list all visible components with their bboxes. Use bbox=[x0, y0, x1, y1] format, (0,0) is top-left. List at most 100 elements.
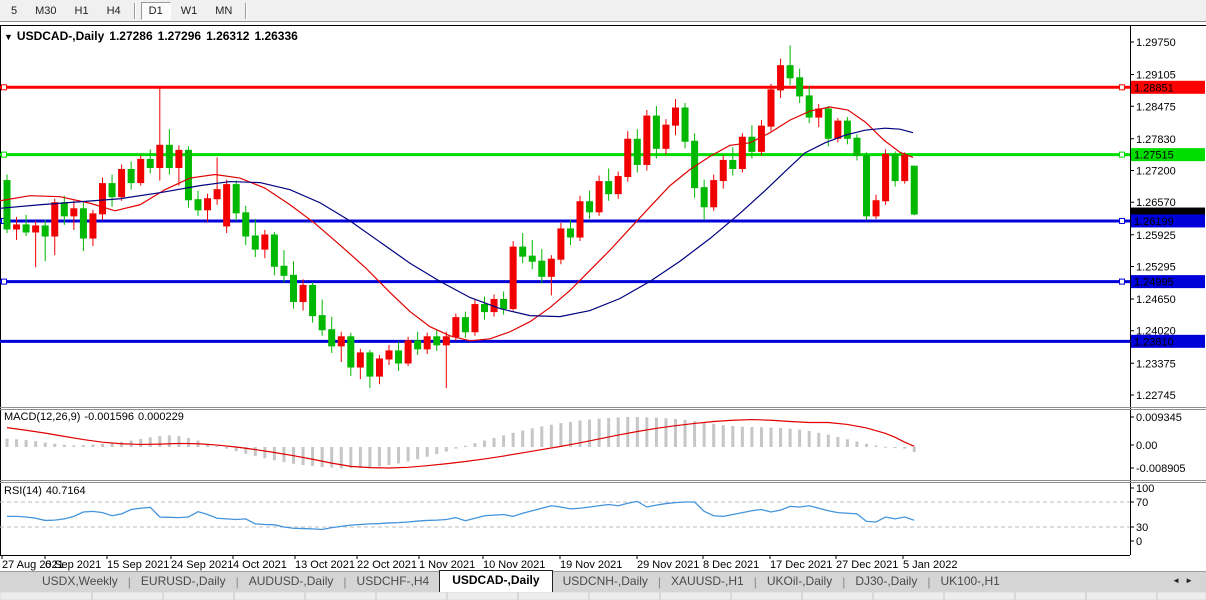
tab-usdcad-daily[interactable]: USDCAD-,Daily bbox=[439, 570, 552, 592]
macd-histogram-bar bbox=[540, 426, 543, 447]
price-axis-label: 1.23375 bbox=[1136, 358, 1176, 370]
tab-eurusd-daily[interactable]: EURUSD-,Daily bbox=[131, 572, 236, 592]
candle-body bbox=[873, 201, 879, 216]
tab-usdx-weekly[interactable]: USDX,Weekly bbox=[32, 572, 128, 592]
macd-histogram-bar bbox=[531, 428, 534, 447]
macd-histogram-bar bbox=[722, 425, 725, 447]
macd-histogram-bar bbox=[44, 442, 47, 447]
candle-body bbox=[472, 305, 478, 332]
candle-body bbox=[520, 247, 526, 256]
tab-usdchf-h4[interactable]: USDCHF-,H4 bbox=[347, 572, 440, 592]
hline-1.27515-badge-label: 1.27515 bbox=[1134, 150, 1174, 162]
hline-handle[interactable] bbox=[1120, 152, 1125, 157]
macd-histogram-bar bbox=[846, 439, 849, 447]
macd-histogram-bar bbox=[15, 439, 18, 447]
candle-body bbox=[214, 190, 220, 199]
candle-body bbox=[396, 351, 402, 363]
macd-histogram-bar bbox=[177, 436, 180, 447]
candle-body bbox=[462, 318, 468, 332]
tab-usdcnh-daily[interactable]: USDCNH-,Daily bbox=[553, 572, 658, 592]
macd-histogram-bar bbox=[712, 424, 715, 447]
price-axis-label: 1.22745 bbox=[1136, 390, 1176, 402]
candle-body bbox=[195, 200, 201, 210]
candle-body bbox=[233, 185, 239, 213]
tab-uk100-h1[interactable]: UK100-,H1 bbox=[930, 572, 1009, 592]
chart-canvas[interactable]: 1.297501.291051.284751.278301.272001.265… bbox=[0, 0, 1206, 600]
candle-body bbox=[386, 351, 392, 359]
macd-histogram-bar bbox=[120, 442, 123, 447]
hline-handle[interactable] bbox=[2, 85, 7, 90]
candle-body bbox=[653, 116, 659, 148]
macd-histogram-bar bbox=[359, 447, 362, 468]
hline-handle[interactable] bbox=[2, 279, 7, 284]
macd-histogram-bar bbox=[321, 447, 324, 467]
macd-histogram-bar bbox=[626, 417, 629, 447]
candle-body bbox=[778, 66, 784, 90]
macd-histogram-bar bbox=[168, 435, 171, 447]
macd-axis-label: -0.008905 bbox=[1136, 463, 1186, 475]
candle-body bbox=[883, 154, 889, 200]
candle-body bbox=[701, 188, 707, 207]
candle-body bbox=[90, 214, 96, 238]
date-axis-label: 24 Sep 2021 bbox=[171, 559, 233, 571]
candle-body bbox=[663, 125, 669, 148]
tab-audusd-daily[interactable]: AUDUSD-,Daily bbox=[239, 572, 344, 592]
hline-handle[interactable] bbox=[1120, 85, 1125, 90]
macd-histogram-bar bbox=[598, 419, 601, 447]
trading-platform-window: 5M30H1H4D1W1MN 1.297501.291051.284751.27… bbox=[0, 0, 1206, 600]
candle-body bbox=[577, 202, 583, 237]
candle-body bbox=[825, 109, 831, 138]
candle-body bbox=[14, 225, 20, 229]
candle-body bbox=[424, 337, 430, 349]
macd-histogram-bar bbox=[53, 444, 56, 447]
macd-histogram-bar bbox=[875, 445, 878, 447]
ohlc-low: 1.26312 bbox=[206, 29, 249, 43]
chart-dropdown-icon[interactable]: ▼ bbox=[4, 32, 13, 42]
candle-body bbox=[33, 226, 39, 232]
tab-scroll-right-icon[interactable]: ► bbox=[1185, 576, 1198, 585]
candle-body bbox=[176, 150, 182, 167]
macd-histogram-bar bbox=[884, 447, 887, 448]
macd-histogram-bar bbox=[789, 429, 792, 447]
macd-histogram-bar bbox=[139, 439, 142, 447]
candle-body bbox=[357, 353, 363, 367]
candle-body bbox=[348, 337, 354, 367]
candle-body bbox=[367, 353, 373, 376]
candle-body bbox=[854, 138, 860, 155]
candle-body bbox=[4, 181, 10, 229]
hline-handle[interactable] bbox=[2, 152, 7, 157]
tab-dj30-daily[interactable]: DJ30-,Daily bbox=[845, 572, 927, 592]
candle-body bbox=[587, 202, 593, 212]
macd-histogram-bar bbox=[855, 442, 858, 447]
macd-histogram-bar bbox=[407, 447, 410, 462]
candle-body bbox=[567, 229, 573, 237]
candle-body bbox=[510, 247, 516, 308]
candle-body bbox=[128, 169, 134, 182]
tab-ukoil-daily[interactable]: UKOil-,Daily bbox=[757, 572, 842, 592]
macd-histogram-bar bbox=[216, 446, 219, 447]
candle-body bbox=[71, 209, 77, 216]
macd-histogram-bar bbox=[72, 445, 75, 447]
price-axis-label: 1.28475 bbox=[1136, 101, 1176, 113]
candle-body bbox=[100, 184, 106, 214]
date-axis-label: 27 Dec 2021 bbox=[836, 559, 898, 571]
macd-histogram-bar bbox=[6, 439, 9, 447]
candle-body bbox=[329, 330, 335, 346]
macd-histogram-bar bbox=[34, 441, 37, 447]
macd-histogram-bar bbox=[483, 441, 486, 447]
hline-handle[interactable] bbox=[1120, 218, 1125, 223]
candle-body bbox=[644, 116, 650, 164]
candle-body bbox=[252, 236, 258, 249]
macd-histogram-bar bbox=[913, 447, 916, 452]
macd-histogram-bar bbox=[101, 444, 104, 447]
hline-handle[interactable] bbox=[1120, 279, 1125, 284]
candle-body bbox=[758, 126, 764, 151]
hline-1.28851-badge-label: 1.28851 bbox=[1134, 82, 1174, 94]
macd-histogram-bar bbox=[779, 428, 782, 447]
tab-xauusd-h1[interactable]: XAUUSD-,H1 bbox=[661, 572, 754, 592]
chart-symbol-label: USDCAD-,Daily bbox=[17, 29, 104, 43]
candle-body bbox=[539, 261, 545, 276]
date-axis-label: 22 Oct 2021 bbox=[357, 559, 417, 571]
tab-scroll-left-icon[interactable]: ◄ bbox=[1172, 576, 1185, 585]
candle-body bbox=[434, 337, 440, 345]
